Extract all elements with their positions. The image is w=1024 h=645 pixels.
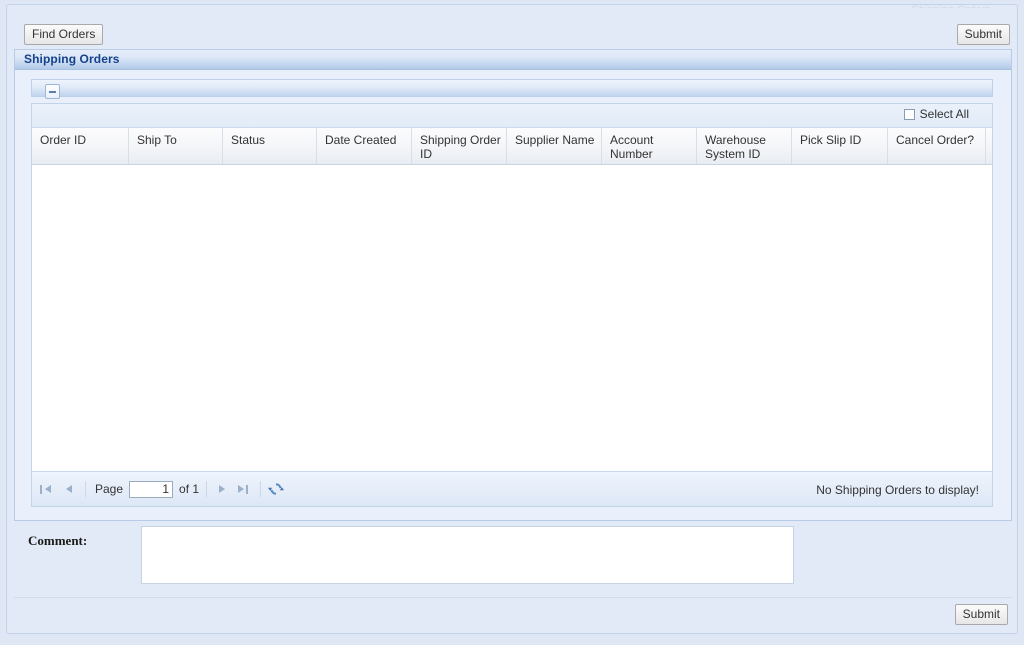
- grid-header-cell[interactable]: Ship To: [129, 128, 223, 164]
- pager-of-label: of 1: [179, 482, 200, 496]
- first-page-arrow: [45, 484, 51, 493]
- last-page-icon[interactable]: [236, 481, 253, 498]
- select-all-checkbox[interactable]: [903, 109, 915, 120]
- pager-divider-2: [206, 481, 208, 497]
- grid-header-cell[interactable]: Shipping Order ID: [412, 128, 507, 164]
- grid-header-label: Ship To: [137, 133, 177, 147]
- grid-header-label: Date Created: [325, 133, 397, 147]
- grid-body-empty: [32, 165, 992, 471]
- grid-header-label: Pick Slip ID: [800, 133, 862, 147]
- first-page-bar: [40, 484, 42, 494]
- panel-title: Shipping Orders: [24, 52, 120, 66]
- collapsible-group-strip: [31, 79, 993, 99]
- find-orders-button[interactable]: Find Orders: [24, 24, 104, 45]
- select-all-control[interactable]: Select All: [903, 107, 969, 121]
- grid-header-cell[interactable]: Order ID: [32, 128, 129, 164]
- pager-status-text: No Shipping Orders to display!: [816, 483, 979, 497]
- grid-header-label: Supplier Name: [515, 133, 595, 147]
- pager-page-input[interactable]: [129, 480, 174, 498]
- grid-header-cell[interactable]: [986, 128, 994, 164]
- grid-header-cell[interactable]: Warehouse System ID: [697, 128, 792, 164]
- comment-section: Comment:: [14, 524, 1012, 596]
- submit-button-bottom[interactable]: Submit: [954, 604, 1008, 625]
- grid-header-cell[interactable]: Cancel Order?: [888, 128, 986, 164]
- pager-page-label: Page: [95, 482, 124, 496]
- grid-header-label: Order ID: [40, 133, 87, 147]
- grid-header-label: Status: [231, 133, 266, 147]
- grid-header-cell[interactable]: Pick Slip ID: [792, 128, 888, 164]
- pager-divider-1: [85, 481, 86, 497]
- grid-header-label: Warehouse System ID: [705, 133, 766, 161]
- top-toolbar: Find Orders Submit: [7, 10, 1019, 45]
- panel-header: Shipping Orders: [15, 50, 1011, 70]
- first-page-icon[interactable]: [38, 481, 55, 498]
- grid-header-cell[interactable]: Status: [223, 128, 317, 164]
- grid-header-label: Account Number: [610, 133, 654, 161]
- previous-page-arrow: [66, 484, 72, 493]
- grid-header-row: Order ID Ship To Status Date Created Shippin…: [32, 128, 992, 165]
- refresh-icon[interactable]: [267, 480, 285, 498]
- last-page-bar: [246, 484, 249, 494]
- next-page-icon[interactable]: [213, 481, 230, 498]
- minus-glyph: [49, 91, 56, 93]
- next-page-arrow: [219, 484, 226, 493]
- minus-icon[interactable]: [45, 84, 60, 99]
- submit-button-top[interactable]: Submit: [956, 24, 1010, 45]
- grid-select-all-bar: Select All: [32, 104, 992, 128]
- shipping-orders-panel: Shipping Orders Select All Order ID Ship …: [14, 49, 1012, 521]
- grid-pager: Page of 1: [32, 471, 992, 506]
- grid-header-label: Cancel Order?: [896, 133, 975, 147]
- page-frame: Shipping Orders Find Orders Submit Shipp…: [6, 4, 1018, 634]
- grid-header-label: Shipping Order ID: [420, 133, 501, 161]
- clipped-header-text: Shipping Orders: [7, 5, 1019, 8]
- previous-page-icon[interactable]: [61, 481, 78, 498]
- shipping-orders-grid: Select All Order ID Ship To Status Date Cre…: [31, 103, 993, 507]
- grid-header-cell[interactable]: Account Number: [602, 128, 697, 164]
- select-all-label: Select All: [919, 107, 969, 121]
- comment-label: Comment:: [28, 533, 88, 548]
- pager-divider-3: [260, 481, 262, 497]
- grid-header-cell[interactable]: Date Created: [317, 128, 412, 164]
- bottom-action-bar: Submit: [14, 597, 1012, 629]
- grid-header-cell[interactable]: Supplier Name: [507, 128, 602, 164]
- panel-body: Select All Order ID Ship To Status Date Cre…: [15, 70, 1011, 520]
- last-page-arrow: [238, 484, 245, 493]
- comment-input[interactable]: [141, 526, 794, 584]
